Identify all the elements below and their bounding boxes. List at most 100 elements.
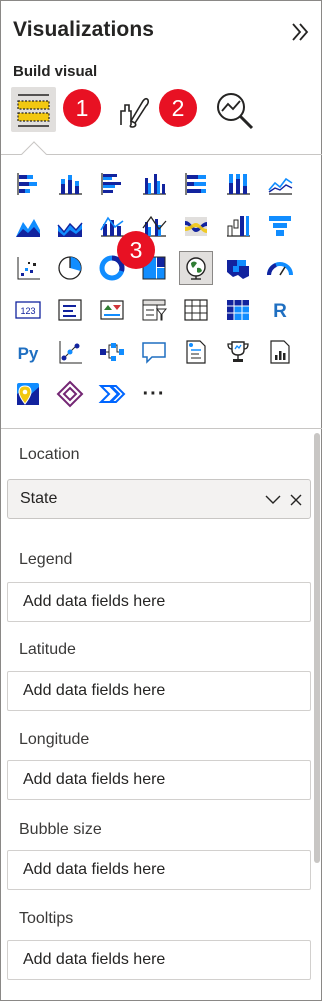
build-visual-button[interactable] [11,87,56,132]
r-script-visual-button[interactable]: R [263,293,297,327]
waterfall-chart-icon [227,216,250,237]
close-icon[interactable] [288,492,304,508]
svg-text:Py: Py [18,344,39,363]
analytics-button[interactable] [213,89,257,133]
multi-row-card-button[interactable] [53,293,87,327]
step-badge-2: 2 [159,89,197,127]
format-visual-button[interactable] [115,91,155,131]
filled-map-icon [227,260,249,279]
ribbon-chart-icon [185,217,207,236]
line-chart-icon [268,177,293,195]
slicer-icon [142,299,168,321]
100-percent-stacked-column-icon [227,174,250,195]
clustered-bar-chart-icon [101,173,121,195]
field-wells-scrollbar[interactable] [314,433,320,863]
map-icon [186,257,206,280]
card-button[interactable]: 123 [11,293,45,327]
tooltips-label: Tooltips [19,910,74,927]
latitude-label: Latitude [19,641,76,658]
stacked-area-chart-button[interactable] [53,209,87,243]
map-button[interactable] [179,251,213,285]
mode-divider [1,154,322,155]
kpi-button[interactable] [95,293,129,327]
area-chart-button[interactable] [11,209,45,243]
table-button[interactable] [179,293,213,327]
ribbon-chart-button[interactable] [179,209,213,243]
step-badge-1: 1 [63,89,101,127]
stacked-column-chart-icon [59,175,82,195]
smart-narrative-button[interactable] [179,335,213,369]
chevron-down-icon[interactable] [264,492,282,508]
pie-chart-icon [58,256,82,280]
key-influencers-button[interactable] [53,335,87,369]
key-influencers-icon [59,341,82,364]
svg-text:R: R [273,301,287,322]
clustered-bar-chart-button[interactable] [95,167,129,201]
paginated-report-button[interactable] [263,335,297,369]
stacked-bar-chart-icon [17,173,37,195]
double-chevron-right-icon [292,23,309,41]
power-automate-icon [98,385,126,403]
more-visuals-button[interactable]: ··· [137,377,171,411]
r-script-visual-icon: R [273,301,287,322]
funnel-chart-button[interactable] [263,209,297,243]
stacked-area-chart-icon [57,222,83,237]
svg-text:123: 123 [20,306,35,316]
location-field-pill[interactable]: State [7,479,311,519]
scatter-chart-icon [17,257,40,280]
metrics-trophy-button[interactable] [221,335,255,369]
clustered-column-chart-icon [143,174,166,195]
active-mode-caret [21,141,47,167]
funnel-chart-icon [269,216,291,236]
power-automate-button[interactable] [95,377,129,411]
analytics-magnifier-icon [217,93,254,130]
filled-map-button[interactable] [221,251,255,285]
build-visual-icon [17,94,50,127]
python-visual-icon: Py [18,344,39,363]
100-percent-stacked-bar-button[interactable] [179,167,213,201]
paintbrush-icon [120,97,150,128]
tooltips-placeholder: Add data fields here [23,951,166,968]
legend-placeholder: Add data fields here [23,593,166,610]
latitude-drop-zone[interactable]: Add data fields here [7,671,311,711]
pie-chart-button[interactable] [53,251,87,285]
power-apps-icon [56,380,84,408]
smart-narrative-icon [186,340,206,364]
clustered-column-chart-button[interactable] [137,167,171,201]
location-label: Location [19,446,80,463]
qa-icon [142,342,166,364]
matrix-icon [227,300,249,320]
slicer-button[interactable] [137,293,171,327]
tooltips-drop-zone[interactable]: Add data fields here [7,940,311,980]
stacked-bar-chart-button[interactable] [11,167,45,201]
table-icon [184,299,208,321]
gauge-button[interactable] [263,251,297,285]
gauge-icon [267,262,293,276]
azure-map-button[interactable] [11,377,45,411]
visualizations-pane: Visualizations Build visual 1 2 123 R Py… [0,0,322,1001]
decomposition-tree-button[interactable] [95,335,129,369]
latitude-placeholder: Add data fields here [23,682,166,699]
100-percent-stacked-column-button[interactable] [221,167,255,201]
step-badge-3: 3 [117,231,155,269]
longitude-label: Longitude [19,731,90,748]
paginated-report-icon [270,340,290,364]
longitude-drop-zone[interactable]: Add data fields here [7,760,311,800]
multi-row-card-icon [58,299,82,321]
100-percent-stacked-bar-icon [185,173,206,195]
power-apps-button[interactable] [53,377,87,411]
line-chart-button[interactable] [263,167,297,201]
waterfall-chart-button[interactable] [221,209,255,243]
qa-button[interactable] [137,335,171,369]
more-visuals-icon: ··· [142,383,166,405]
stacked-column-chart-button[interactable] [53,167,87,201]
decomposition-tree-icon [100,343,124,361]
collapse-pane-button[interactable] [287,20,313,44]
python-visual-button[interactable]: Py [11,335,45,369]
scatter-chart-button[interactable] [11,251,45,285]
gallery-divider [1,428,322,429]
bubble-size-drop-zone[interactable]: Add data fields here [7,850,311,890]
legend-drop-zone[interactable]: Add data fields here [7,582,311,622]
build-visual-label: Build visual [13,63,98,80]
matrix-button[interactable] [221,293,255,327]
